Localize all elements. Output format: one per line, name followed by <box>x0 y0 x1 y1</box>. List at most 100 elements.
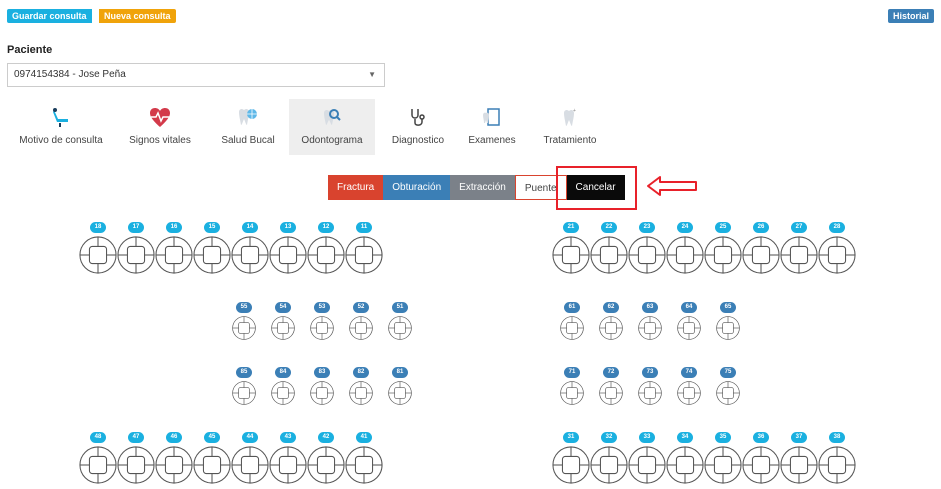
tooth-number-badge: 18 <box>90 222 106 233</box>
tooth-number-badge: 75 <box>720 367 736 378</box>
tooth-number-badge: 44 <box>242 432 258 443</box>
tooth-number-badge: 43 <box>280 432 296 443</box>
tooth-17[interactable] <box>117 236 155 279</box>
tooth-15[interactable] <box>193 236 231 279</box>
paciente-label: Paciente <box>7 44 53 56</box>
tooth-number-badge: 55 <box>236 302 252 313</box>
tooth-72[interactable] <box>599 381 623 410</box>
tooth-number-badge: 41 <box>356 432 372 443</box>
tab-label: Signos vitales <box>129 135 191 146</box>
tooth-number-badge: 51 <box>392 302 408 313</box>
tab-label: Motivo de consulta <box>19 135 103 146</box>
tooth-number-badge: 37 <box>791 432 807 443</box>
tooth-number-badge: 12 <box>318 222 334 233</box>
tooth-globe-icon <box>210 107 286 129</box>
tooth-number-badge: 42 <box>318 432 334 443</box>
tab-diagnostico[interactable]: Diagnostico <box>382 99 454 155</box>
tooth-number-badge: 61 <box>564 302 580 313</box>
tooth-13[interactable] <box>269 236 307 279</box>
tooth-number-badge: 23 <box>639 222 655 233</box>
tooth-number-badge: 64 <box>681 302 697 313</box>
tooth-71[interactable] <box>560 381 584 410</box>
tooth-number-badge: 52 <box>353 302 369 313</box>
paciente-select[interactable]: 0974154384 - Jose Peña ▼ <box>7 63 385 87</box>
tooth-number-badge: 71 <box>564 367 580 378</box>
fractura-button[interactable]: Fractura <box>328 175 384 200</box>
tooth-63[interactable] <box>638 316 662 345</box>
tooth-61[interactable] <box>560 316 584 345</box>
tooth-12[interactable] <box>307 236 345 279</box>
tab-signos-vitales[interactable]: Signos vitales <box>118 99 202 155</box>
tooth-52[interactable] <box>349 316 373 345</box>
tooth-26[interactable] <box>742 236 780 279</box>
tooth-81[interactable] <box>388 381 412 410</box>
tooth-75[interactable] <box>716 381 740 410</box>
highlight-box <box>556 166 637 210</box>
heartbeat-icon <box>118 107 202 129</box>
tab-label: Salud Bucal <box>221 135 275 146</box>
tooth-84[interactable] <box>271 381 295 410</box>
dental-chair-icon <box>10 107 112 129</box>
tooth-28[interactable] <box>818 236 856 279</box>
tab-tratamiento[interactable]: + Tratamiento <box>532 99 608 155</box>
tab-label: Diagnostico <box>391 135 445 146</box>
tooth-73[interactable] <box>638 381 662 410</box>
tooth-21[interactable] <box>552 236 590 279</box>
tooth-22[interactable] <box>590 236 628 279</box>
guardar-consulta-button[interactable]: Guardar consulta <box>7 9 92 23</box>
tab-examenes[interactable]: Examenes <box>460 99 524 155</box>
tooth-23[interactable] <box>628 236 666 279</box>
historial-button[interactable]: Historial <box>887 9 934 23</box>
tooth-number-badge: 53 <box>314 302 330 313</box>
tooth-62[interactable] <box>599 316 623 345</box>
tooth-55[interactable] <box>232 316 256 345</box>
tooth-24[interactable] <box>666 236 704 279</box>
tooth-64[interactable] <box>677 316 701 345</box>
tooth-25[interactable] <box>704 236 742 279</box>
tooth-83[interactable] <box>310 381 334 410</box>
stethoscope-icon <box>382 107 454 129</box>
tooth-number-badge: 24 <box>677 222 693 233</box>
tooth-number-badge: 45 <box>204 432 220 443</box>
tooth-54[interactable] <box>271 316 295 345</box>
tooth-18[interactable] <box>79 236 117 279</box>
tooth-number-badge: 63 <box>642 302 658 313</box>
tab-odontograma[interactable]: Odontograma <box>289 99 375 155</box>
tooth-number-badge: 11 <box>356 222 372 233</box>
arrow-left-icon <box>647 176 697 196</box>
nueva-consulta-button[interactable]: Nueva consulta <box>99 9 176 23</box>
tooth-number-badge: 25 <box>715 222 731 233</box>
clipboard-tooth-icon <box>460 107 524 129</box>
tooth-number-badge: 22 <box>601 222 617 233</box>
tooth-number-badge: 28 <box>829 222 845 233</box>
tooth-14[interactable] <box>231 236 269 279</box>
chevron-down-icon: ▼ <box>368 70 376 79</box>
tooth-number-badge: 14 <box>242 222 258 233</box>
extraccion-button[interactable]: Extracción <box>450 175 515 200</box>
tooth-65[interactable] <box>716 316 740 345</box>
tooth-number-badge: 35 <box>715 432 731 443</box>
tooth-number-badge: 81 <box>392 367 408 378</box>
tooth-11[interactable] <box>345 236 383 279</box>
tooth-number-badge: 62 <box>603 302 619 313</box>
tooth-number-badge: 38 <box>829 432 845 443</box>
tooth-85[interactable] <box>232 381 256 410</box>
paciente-select-value: 0974154384 - Jose Peña <box>14 69 126 80</box>
tooth-number-badge: 84 <box>275 367 291 378</box>
tab-salud-bucal[interactable]: Salud Bucal <box>210 99 286 155</box>
tab-motivo-de-consulta[interactable]: Motivo de consulta <box>10 99 112 155</box>
tooth-27[interactable] <box>780 236 818 279</box>
tooth-number-badge: 31 <box>563 432 579 443</box>
tooth-number-badge: 16 <box>166 222 182 233</box>
tooth-82[interactable] <box>349 381 373 410</box>
tooth-number-badge: 85 <box>236 367 252 378</box>
tooth-search-icon <box>289 107 375 129</box>
tooth-number-badge: 21 <box>563 222 579 233</box>
tooth-number-badge: 54 <box>275 302 291 313</box>
tooth-16[interactable] <box>155 236 193 279</box>
obturacion-button[interactable]: Obturación <box>383 175 451 200</box>
tooth-53[interactable] <box>310 316 334 345</box>
tooth-number-badge: 32 <box>601 432 617 443</box>
tooth-51[interactable] <box>388 316 412 345</box>
tooth-74[interactable] <box>677 381 701 410</box>
